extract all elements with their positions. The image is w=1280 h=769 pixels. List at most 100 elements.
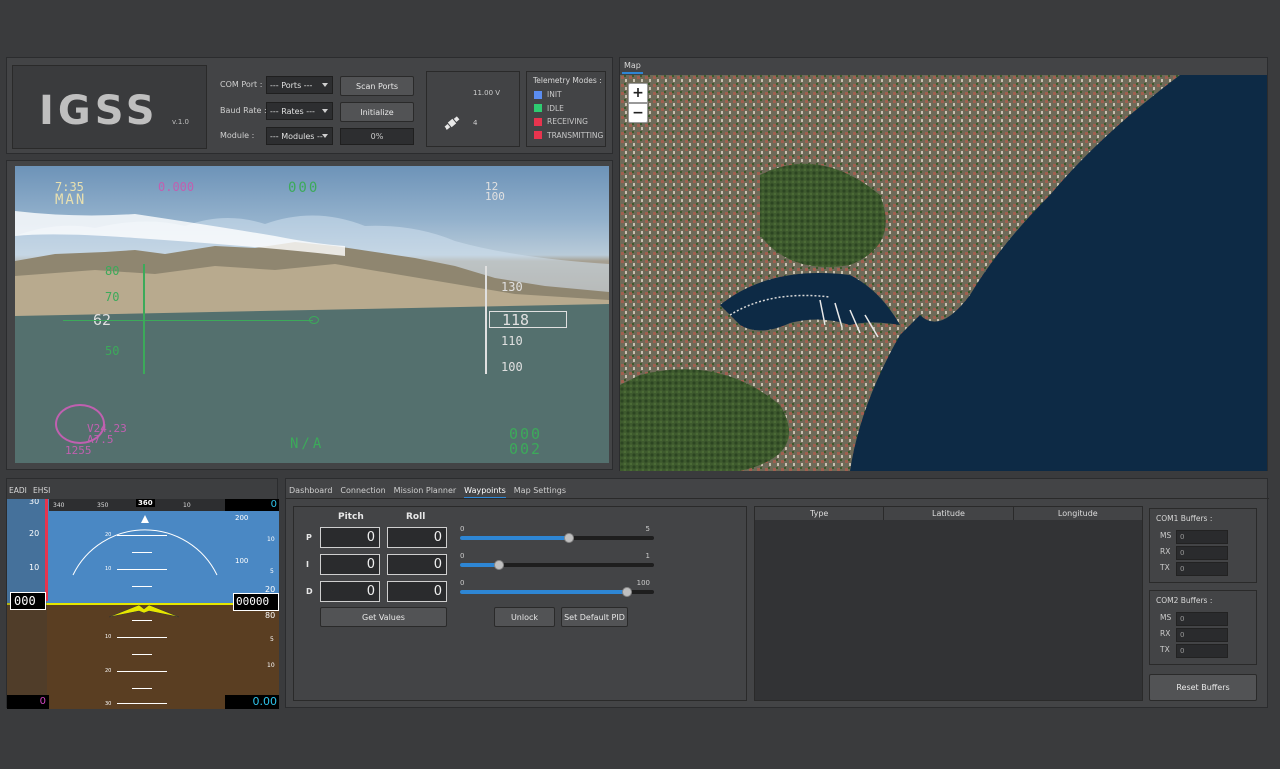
camera-feed: 7:35 MAN 0.000 000 12 100 80 70 62 50 13… xyxy=(15,166,609,463)
alt-tick-50: 50 xyxy=(105,344,120,358)
com2-rx-field[interactable]: 0 xyxy=(1176,628,1228,642)
tab-ehsi[interactable]: EHSI xyxy=(33,486,50,495)
com-port-value: --- Ports --- xyxy=(270,80,313,90)
telemetry-mode-item: IDLE xyxy=(534,104,564,113)
reset-buffers-button[interactable]: Reset Buffers xyxy=(1149,674,1257,701)
pid-row-label: I xyxy=(306,560,309,569)
pid-p-slider[interactable] xyxy=(460,533,654,543)
roll-p-input[interactable]: 0 xyxy=(387,527,447,548)
com2-tx-label: TX xyxy=(1160,645,1170,654)
pitch-label-10: 10 xyxy=(105,566,112,572)
com-port-select[interactable]: --- Ports --- xyxy=(266,76,333,94)
voltage-readout: 11.00 V xyxy=(473,89,501,97)
bottom-left-readout: 0 xyxy=(7,695,49,709)
slider-min-label: 0 xyxy=(460,525,465,533)
com2-tx-field[interactable]: 0 xyxy=(1176,644,1228,658)
telemetry-mode-label: RECEIVING xyxy=(547,117,588,126)
com2-title: COM2 Buffers : xyxy=(1156,596,1213,605)
chevron-down-icon xyxy=(322,134,328,138)
altitude-ladder xyxy=(133,264,145,374)
initialize-button[interactable]: Initialize xyxy=(340,102,414,122)
telemetry-color-swatch xyxy=(534,104,542,112)
roll-d-input[interactable]: 0 xyxy=(387,581,447,602)
column-header-type[interactable]: Type xyxy=(755,507,885,520)
baud-rate-select[interactable]: --- Rates --- xyxy=(266,102,333,120)
satellite-icon xyxy=(443,114,461,132)
eadi-display: 340 350 360 10 20 10 10 20 30 30 20 10 0… xyxy=(7,499,279,709)
alt-tick-80: 80 xyxy=(105,264,120,278)
com-port-label: COM Port : xyxy=(220,80,263,89)
com2-rx-label: RX xyxy=(1160,629,1171,638)
waypoints-table[interactable]: Type Latitude Longitude xyxy=(754,506,1143,701)
waypoints-table-header: Type Latitude Longitude xyxy=(755,507,1142,520)
tab-bar-divider xyxy=(286,498,1269,499)
speed-current: 118 xyxy=(502,311,530,329)
vs-scale-10a: 10 xyxy=(267,536,275,543)
alt-small-bottom: 80 xyxy=(265,611,276,620)
slider-max-label: 5 xyxy=(645,525,650,533)
hud-top-right-b: 100 xyxy=(485,190,505,203)
chevron-down-icon xyxy=(322,83,328,87)
roll-header: Roll xyxy=(406,512,426,522)
speed-current-box: 118 xyxy=(489,311,567,329)
baud-rate-label: Baud Rate : xyxy=(220,106,267,115)
com1-buffers: COM1 Buffers : MS 0 RX 0 TX 0 xyxy=(1149,508,1257,583)
slider-handle[interactable] xyxy=(563,533,574,543)
com1-tx-label: TX xyxy=(1160,563,1170,572)
pitch-ladder xyxy=(117,535,167,705)
pitch-header: Pitch xyxy=(338,512,364,522)
video-panel: 7:35 MAN 0.000 000 12 100 80 70 62 50 13… xyxy=(6,160,613,470)
telemetry-color-swatch xyxy=(534,90,542,99)
zoom-out-button[interactable]: − xyxy=(628,103,648,123)
com1-tx-field[interactable]: 0 xyxy=(1176,562,1228,576)
set-default-pid-button[interactable]: Set Default PID xyxy=(561,607,628,627)
connection-panel: IGSS v.1.0 COM Port : --- Ports --- Baud… xyxy=(6,57,613,154)
tab-eadi[interactable]: EADI xyxy=(9,486,27,495)
zoom-in-button[interactable]: + xyxy=(628,83,648,103)
scan-ports-button[interactable]: Scan Ports xyxy=(340,76,414,96)
com2-ms-field[interactable]: 0 xyxy=(1176,612,1228,626)
speed-tick-130: 130 xyxy=(501,280,523,294)
slider-handle[interactable] xyxy=(621,587,632,597)
com1-rx-field[interactable]: 0 xyxy=(1176,546,1228,560)
vs-scale-10b: 10 xyxy=(267,662,275,669)
hud-bottom-left-c: 1255 xyxy=(65,444,92,457)
unlock-button[interactable]: Unlock xyxy=(494,607,555,627)
slider-min-label: 0 xyxy=(460,552,465,560)
pitch-d-input[interactable]: 0 xyxy=(320,581,380,602)
pid-d-slider[interactable] xyxy=(460,587,654,597)
progress-bar: 0% xyxy=(340,128,414,145)
app-logo: IGSS xyxy=(39,88,159,134)
telemetry-title: Telemetry Modes : xyxy=(533,76,602,85)
speed-box: 000 xyxy=(10,592,46,610)
map-imagery xyxy=(620,75,1267,471)
pitch-p-input[interactable]: 0 xyxy=(320,527,380,548)
module-select[interactable]: --- Modules -- xyxy=(266,127,333,145)
slider-fill xyxy=(460,563,499,567)
attitude-panel: EADI EHSI 340 350 360 10 20 10 10 20 30 … xyxy=(6,478,279,709)
map-view[interactable]: + − xyxy=(620,75,1267,471)
left-scale-10: 10 xyxy=(29,563,40,572)
roll-i-input[interactable]: 0 xyxy=(387,554,447,575)
telemetry-mode-item: TRANSMITTING xyxy=(534,131,603,140)
pitch-label-neg10: 10 xyxy=(105,634,112,640)
aircraft-symbol xyxy=(309,316,319,324)
slider-fill xyxy=(460,590,627,594)
pid-i-slider[interactable] xyxy=(460,560,654,570)
slider-handle[interactable] xyxy=(493,560,504,570)
get-values-button[interactable]: Get Values xyxy=(320,607,447,627)
alt-scale-200: 200 xyxy=(235,514,249,522)
com1-ms-label: MS xyxy=(1160,531,1172,540)
telemetry-modes-box: Telemetry Modes : INIT IDLE RECEIVING TRANS… xyxy=(526,71,606,147)
com2-ms-label: MS xyxy=(1160,613,1172,622)
column-header-latitude[interactable]: Latitude xyxy=(884,507,1014,520)
slider-max-label: 100 xyxy=(636,579,650,587)
column-header-longitude[interactable]: Longitude xyxy=(1014,507,1142,520)
tab-map[interactable]: Map xyxy=(622,61,643,74)
pitch-i-input[interactable]: 0 xyxy=(320,554,380,575)
right-top-value: 0 xyxy=(225,499,279,511)
com1-ms-field[interactable]: 0 xyxy=(1176,530,1228,544)
alt-scale-100: 100 xyxy=(235,557,249,565)
map-panel: Map + − xyxy=(619,57,1268,471)
speed-tick-110: 110 xyxy=(501,334,523,348)
